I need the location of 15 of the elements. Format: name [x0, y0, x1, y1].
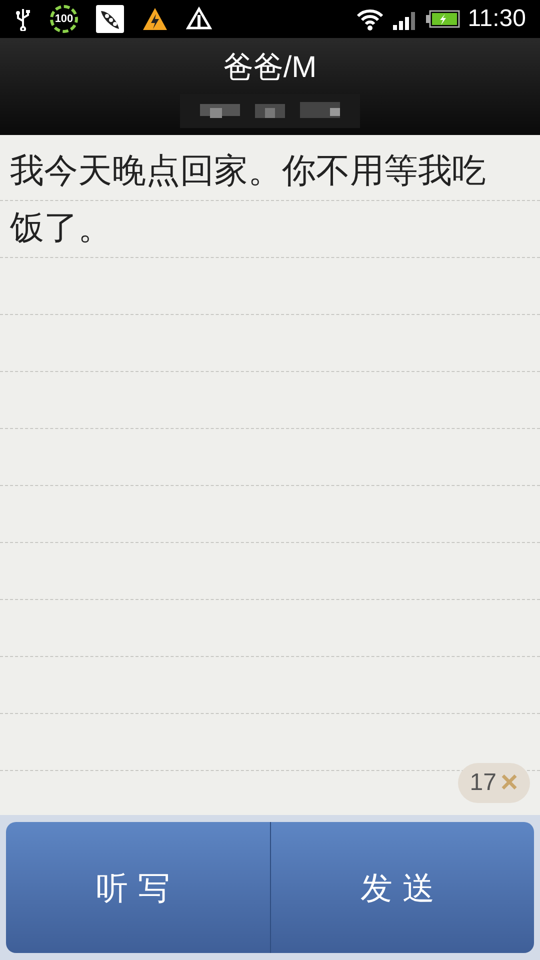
- message-area[interactable]: 我今天晚点回家。你不用等我吃饭了。 17×: [0, 135, 540, 815]
- counter-value: 17: [470, 768, 496, 798]
- alert-triangle-icon: [186, 6, 212, 32]
- contact-name: 爸爸/M: [223, 50, 317, 86]
- battery-saver-icon: 100: [50, 5, 78, 33]
- pea-pod-icon: [96, 5, 124, 33]
- battery-icon: [426, 9, 460, 29]
- clock-time: 11:30: [468, 4, 526, 34]
- message-text: 我今天晚点回家。你不用等我吃饭了。: [9, 151, 487, 249]
- usb-icon: [14, 7, 32, 31]
- character-counter[interactable]: 17×: [458, 763, 530, 803]
- send-button[interactable]: 发送: [270, 822, 534, 953]
- dictation-button[interactable]: 听写: [6, 822, 270, 953]
- warning-icon: [142, 7, 168, 31]
- wifi-icon: [356, 7, 384, 31]
